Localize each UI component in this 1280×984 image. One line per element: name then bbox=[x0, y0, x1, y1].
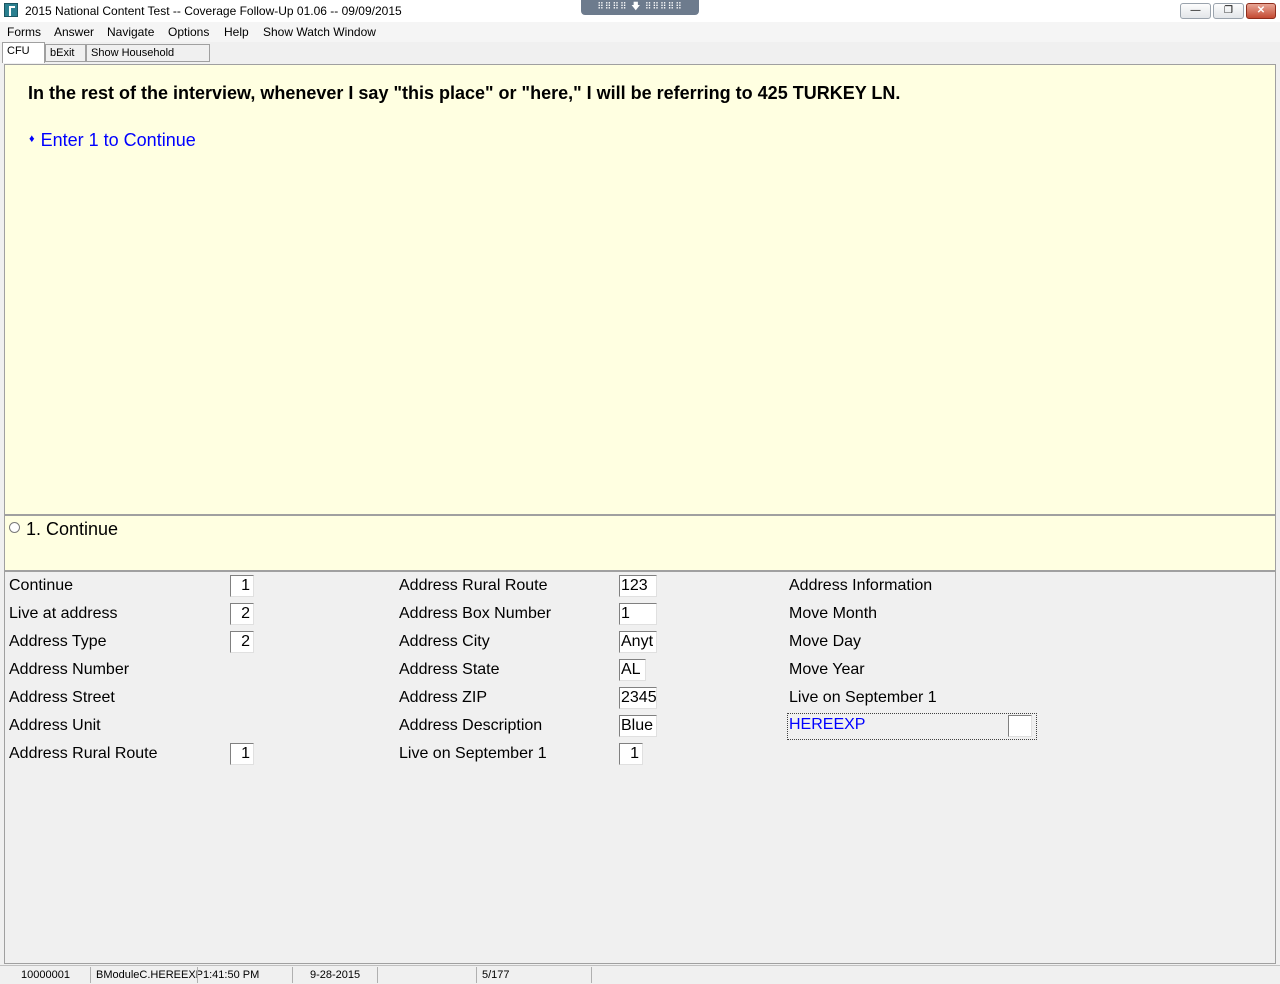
current-field-label: HEREEXP bbox=[789, 716, 866, 733]
field-value[interactable]: 1 bbox=[619, 603, 657, 625]
field-label: Address City bbox=[399, 633, 490, 650]
window-title: 2015 National Content Test -- Coverage F… bbox=[25, 4, 402, 18]
answer-panel: 1. Continue bbox=[4, 515, 1276, 571]
menu-show-watch-window[interactable]: Show Watch Window bbox=[263, 25, 376, 39]
field-label: Address Rural Route bbox=[399, 577, 548, 594]
field-label: Live on September 1 bbox=[789, 689, 937, 706]
status-date: 9-28-2015 bbox=[310, 969, 361, 981]
diamond-bullet-icon: ♦ bbox=[29, 133, 35, 145]
instruction-text: Enter 1 to Continue bbox=[40, 130, 196, 150]
minimize-button[interactable]: — bbox=[1180, 3, 1211, 19]
field-pane: Continue 1 Live at address 2 Address Typ… bbox=[4, 571, 1276, 964]
field-label: Address Street bbox=[9, 689, 115, 706]
current-field[interactable]: HEREEXP bbox=[787, 713, 1037, 740]
field-value[interactable]: 123 bbox=[619, 575, 657, 597]
field-value[interactable]: 1 bbox=[619, 743, 643, 765]
field-value[interactable]: 2 bbox=[230, 631, 254, 653]
restore-button[interactable]: ❐ bbox=[1213, 3, 1244, 19]
status-page: 5/177 bbox=[482, 969, 510, 981]
field-value[interactable]: 1 bbox=[230, 575, 254, 597]
menu-navigate[interactable]: Navigate bbox=[107, 25, 154, 39]
tab-strip: CFU bExit Show Household Roster bbox=[0, 42, 1280, 75]
field-label: Continue bbox=[9, 577, 74, 594]
interviewer-instruction: ♦ Enter 1 to Continue bbox=[29, 130, 196, 151]
field-value[interactable]: 2345 bbox=[619, 687, 657, 709]
menu-answer[interactable]: Answer bbox=[54, 25, 94, 39]
tab-bexit[interactable]: bExit bbox=[45, 44, 86, 62]
field-value[interactable]: Blue bbox=[619, 715, 657, 737]
tab-cfu[interactable]: CFU bbox=[2, 42, 45, 63]
field-label: Move Month bbox=[789, 605, 878, 622]
menu-forms[interactable]: Forms bbox=[7, 25, 41, 39]
field-label: Address ZIP bbox=[399, 689, 488, 706]
field-label: Address Type bbox=[9, 633, 107, 650]
field-value[interactable]: 2 bbox=[230, 603, 254, 625]
field-label: Address Information bbox=[789, 577, 933, 594]
field-label: Move Year bbox=[789, 661, 865, 678]
status-time: 1:41:50 PM bbox=[203, 969, 260, 981]
tab-show-household-roster[interactable]: Show Household Roster bbox=[86, 44, 210, 75]
answer-option-continue[interactable]: 1. Continue bbox=[26, 519, 118, 540]
field-label: Live at address bbox=[9, 605, 118, 622]
field-value[interactable]: AL bbox=[619, 659, 646, 681]
status-case-id: 10000001 bbox=[21, 969, 70, 981]
field-label: Address Description bbox=[399, 717, 543, 734]
field-label: Live on September 1 bbox=[399, 745, 547, 762]
grip-handle-icon[interactable]: ⠿⠿⠿⠿ 🡇 ⠿⠿⠿⠿⠿ bbox=[581, 0, 699, 15]
menu-bar: Forms Answer Navigate Options Help Show … bbox=[0, 22, 1280, 42]
question-text: In the rest of the interview, whenever I… bbox=[28, 83, 901, 103]
field-value[interactable]: Anyt bbox=[619, 631, 657, 653]
app-icon[interactable] bbox=[4, 3, 18, 17]
status-bar: 10000001 BModuleC.HEREEXP 1:41:50 PM 9-2… bbox=[0, 965, 1280, 984]
title-bar: 2015 National Content Test -- Coverage F… bbox=[0, 0, 1280, 23]
field-label: Address Number bbox=[9, 661, 130, 678]
field-label: Move Day bbox=[789, 633, 862, 650]
field-label: Address State bbox=[399, 661, 500, 678]
question-panel: In the rest of the interview, whenever I… bbox=[4, 64, 1276, 515]
menu-help[interactable]: Help bbox=[224, 25, 249, 39]
field-label: Address Box Number bbox=[399, 605, 552, 622]
field-label: Address Unit bbox=[9, 717, 101, 734]
menu-options[interactable]: Options bbox=[168, 25, 209, 39]
radio-continue[interactable] bbox=[9, 522, 20, 533]
field-label: Address Rural Route bbox=[9, 745, 158, 762]
current-field-input[interactable] bbox=[1008, 715, 1032, 737]
close-button[interactable]: ✕ bbox=[1246, 3, 1276, 19]
status-field-name: BModuleC.HEREEXP bbox=[96, 969, 203, 981]
field-value[interactable]: 1 bbox=[230, 743, 254, 765]
